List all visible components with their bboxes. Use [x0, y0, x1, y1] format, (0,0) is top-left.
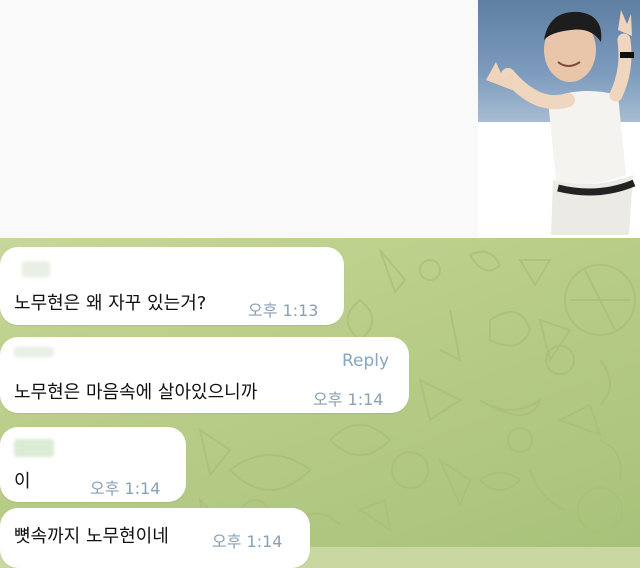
message-text-redacted: [32, 467, 76, 491]
message-text: 노무현은 마음속에 살아있으니까: [14, 382, 258, 403]
message-time: 오후 1:14: [90, 479, 161, 498]
message-bubble[interactable]: 이 오후 1:14: [0, 427, 186, 502]
message-bubble[interactable]: Reply 노무현은 마음속에 살아있으니까 오후 1:14: [0, 337, 409, 413]
media-message-card[interactable]: [0, 0, 556, 238]
man-waving-photo[interactable]: [478, 0, 640, 238]
man-waving-figure: [486, 10, 636, 235]
message-text: 노무현은 왜 자꾸 있는거?: [14, 293, 207, 314]
message-text: 뼛속까지 노무현이네: [14, 526, 169, 547]
reply-button[interactable]: Reply: [342, 351, 389, 371]
message-bubble[interactable]: 노무현은 왜 자꾸 있는거? 오후 1:13: [0, 247, 344, 325]
message-time: 오후 1:14: [212, 532, 283, 551]
message-text: 이: [14, 471, 31, 492]
message-time: 오후 1:14: [313, 390, 384, 409]
sender-name-redacted: [14, 347, 54, 357]
message-bubble[interactable]: 뼛속까지 노무현이네 오후 1:14: [0, 508, 310, 568]
message-time: 오후 1:13: [248, 301, 319, 320]
sender-name-redacted: [14, 439, 54, 457]
sender-name-redacted: [22, 261, 50, 277]
